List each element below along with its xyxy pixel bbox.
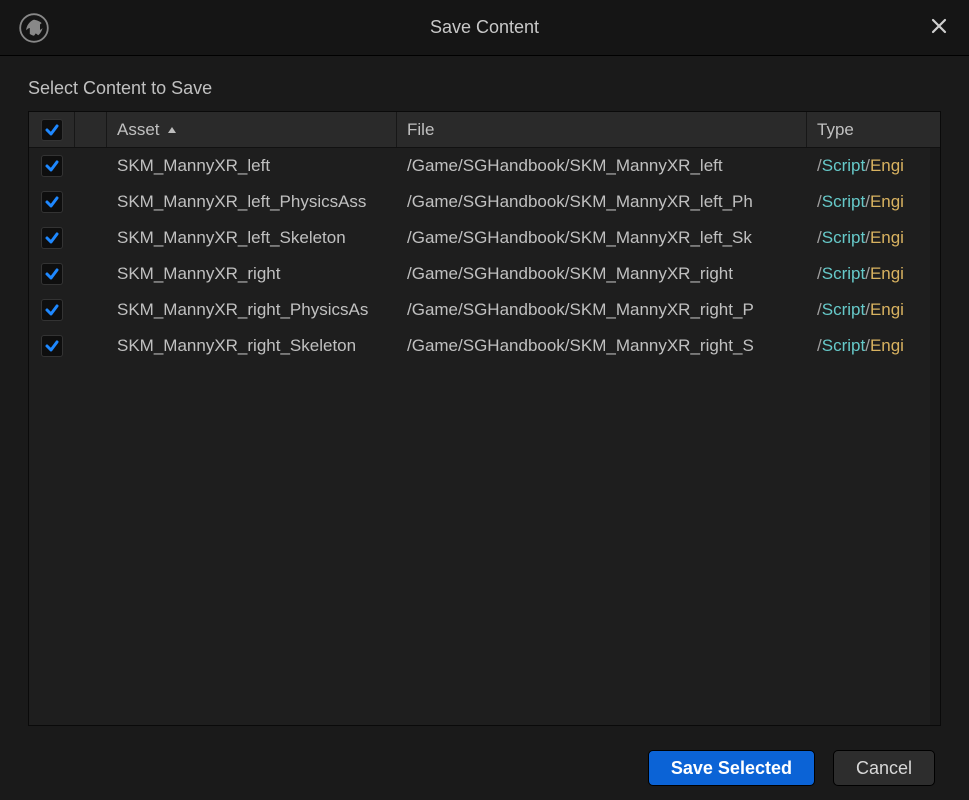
check-icon (44, 230, 60, 246)
type-namespace: Script (822, 264, 865, 284)
row-checkbox[interactable] (41, 191, 63, 213)
table-row: SKM_MannyXR_left_Skeleton /Game/SGHandbo… (29, 220, 940, 256)
asset-name-cell: SKM_MannyXR_left_PhysicsAss (107, 192, 397, 212)
asset-name-cell: SKM_MannyXR_left (107, 156, 397, 176)
header-file-label: File (407, 120, 434, 140)
asset-name-cell: SKM_MannyXR_right_PhysicsAs (107, 300, 397, 320)
check-icon (44, 194, 60, 210)
file-path-cell: /Game/SGHandbook/SKM_MannyXR_right_S (397, 336, 807, 356)
cancel-button[interactable]: Cancel (833, 750, 935, 786)
file-path-cell: /Game/SGHandbook/SKM_MannyXR_left (397, 156, 807, 176)
type-cell: /Script/Engi (807, 336, 940, 356)
type-class: Engi (870, 300, 904, 320)
select-all-checkbox[interactable] (41, 119, 63, 141)
asset-name-cell: SKM_MannyXR_right (107, 264, 397, 284)
header-asset-label: Asset (117, 120, 160, 140)
type-cell: /Script/Engi (807, 156, 940, 176)
type-namespace: Script (822, 228, 865, 248)
table-row: SKM_MannyXR_left_PhysicsAss /Game/SGHand… (29, 184, 940, 220)
row-checkbox[interactable] (41, 263, 63, 285)
header-icon-cell (75, 112, 107, 147)
type-cell: /Script/Engi (807, 192, 940, 212)
header-type-label: Type (817, 120, 854, 140)
row-checkbox[interactable] (41, 299, 63, 321)
check-icon (44, 122, 60, 138)
window-title: Save Content (0, 17, 969, 38)
dialog-body: Select Content to Save Asset File Type (0, 56, 969, 736)
type-class: Engi (870, 336, 904, 356)
asset-table: Asset File Type SKM_MannyXR_left /Game/S… (28, 111, 941, 726)
check-icon (44, 302, 60, 318)
check-icon (44, 338, 60, 354)
cancel-label: Cancel (856, 758, 912, 779)
type-namespace: Script (822, 300, 865, 320)
unreal-logo-icon (18, 12, 50, 44)
row-checkbox[interactable] (41, 155, 63, 177)
type-class: Engi (870, 228, 904, 248)
titlebar: Save Content (0, 0, 969, 56)
close-button[interactable] (923, 10, 955, 42)
save-selected-label: Save Selected (671, 758, 792, 779)
table-row: SKM_MannyXR_left /Game/SGHandbook/SKM_Ma… (29, 148, 940, 184)
type-class: Engi (870, 192, 904, 212)
asset-name-cell: SKM_MannyXR_left_Skeleton (107, 228, 397, 248)
sort-ascending-icon (166, 125, 178, 135)
type-namespace: Script (822, 156, 865, 176)
row-checkbox[interactable] (41, 227, 63, 249)
asset-name-cell: SKM_MannyXR_right_Skeleton (107, 336, 397, 356)
dialog-footer: Save Selected Cancel (0, 736, 969, 800)
file-path-cell: /Game/SGHandbook/SKM_MannyXR_right_P (397, 300, 807, 320)
header-asset[interactable]: Asset (107, 112, 397, 147)
vertical-scrollbar[interactable] (930, 148, 940, 725)
file-path-cell: /Game/SGHandbook/SKM_MannyXR_left_Ph (397, 192, 807, 212)
check-icon (44, 158, 60, 174)
table-header-row: Asset File Type (29, 112, 940, 148)
row-checkbox[interactable] (41, 335, 63, 357)
type-class: Engi (870, 156, 904, 176)
save-selected-button[interactable]: Save Selected (648, 750, 815, 786)
type-cell: /Script/Engi (807, 300, 940, 320)
table-body: SKM_MannyXR_left /Game/SGHandbook/SKM_Ma… (29, 148, 940, 364)
table-row: SKM_MannyXR_right_Skeleton /Game/SGHandb… (29, 328, 940, 364)
type-cell: /Script/Engi (807, 228, 940, 248)
type-namespace: Script (822, 336, 865, 356)
table-row: SKM_MannyXR_right /Game/SGHandbook/SKM_M… (29, 256, 940, 292)
header-file[interactable]: File (397, 112, 807, 147)
dialog-subtitle: Select Content to Save (28, 78, 941, 99)
header-checkbox-cell[interactable] (29, 112, 75, 147)
type-namespace: Script (822, 192, 865, 212)
file-path-cell: /Game/SGHandbook/SKM_MannyXR_left_Sk (397, 228, 807, 248)
type-cell: /Script/Engi (807, 264, 940, 284)
file-path-cell: /Game/SGHandbook/SKM_MannyXR_right (397, 264, 807, 284)
close-icon (931, 18, 947, 34)
table-row: SKM_MannyXR_right_PhysicsAs /Game/SGHand… (29, 292, 940, 328)
type-class: Engi (870, 264, 904, 284)
check-icon (44, 266, 60, 282)
header-type[interactable]: Type (807, 112, 940, 147)
